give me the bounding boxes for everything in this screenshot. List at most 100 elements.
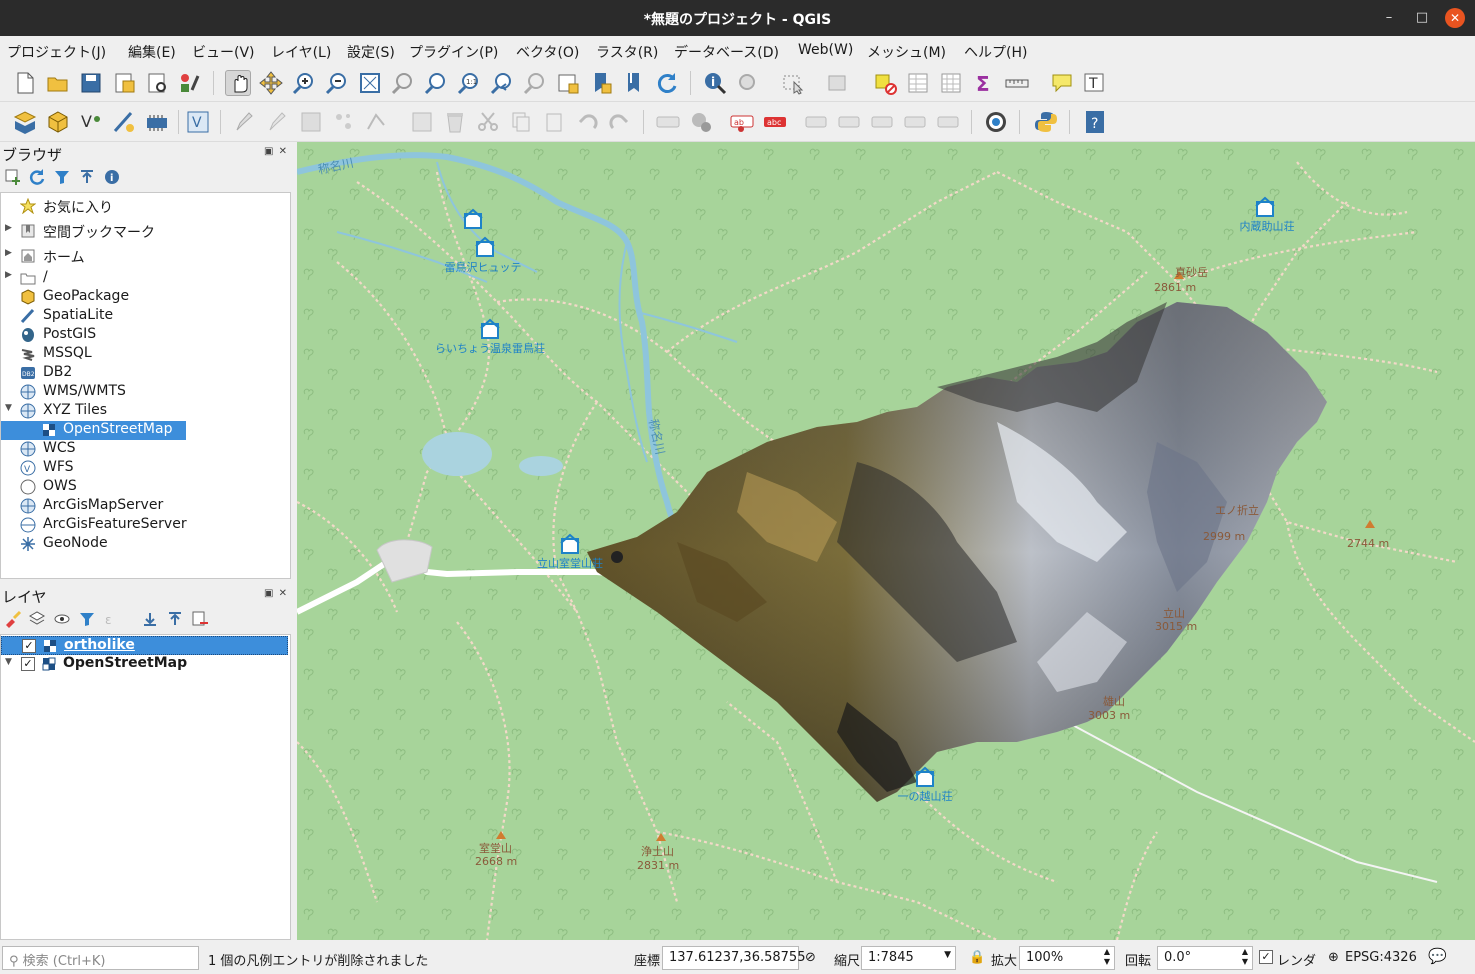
magnifier-spinbox[interactable]: 100% ▲ ▼ <box>1019 946 1115 970</box>
browser-item-spatial-bookmarks[interactable]: ▶ 空間ブックマーク <box>1 222 290 241</box>
filter-by-expression-icon[interactable]: ε <box>103 610 121 628</box>
expand-all-icon[interactable] <box>141 610 159 628</box>
menu-project[interactable]: プロジェクト(J) <box>7 42 106 62</box>
browser-item-openstreetmap[interactable]: OpenStreetMap <box>1 421 186 440</box>
undo-icon[interactable] <box>574 109 600 135</box>
locator-search-input[interactable]: ⚲ 検索 (Ctrl+K) <box>2 946 199 970</box>
zoom-to-layer-icon[interactable] <box>423 70 449 96</box>
new-project-icon[interactable] <box>12 70 38 96</box>
paste-features-icon[interactable] <box>541 109 567 135</box>
new-virtual-layer-icon[interactable]: V <box>185 109 211 135</box>
map-tips-icon[interactable] <box>1049 70 1075 96</box>
browser-item-root[interactable]: ▶ / <box>1 269 290 288</box>
layer-openstreetmap-checkbox[interactable]: ✓ <box>21 657 35 671</box>
save-edits-icon[interactable] <box>298 109 324 135</box>
browser-item-ows[interactable]: OWS <box>1 478 290 497</box>
add-geopackage-icon[interactable] <box>45 109 71 135</box>
layers-float-close-buttons[interactable]: ▣ ✕ <box>264 588 288 599</box>
pan-map-icon[interactable] <box>225 70 251 96</box>
vertex-tool-icon[interactable] <box>364 109 390 135</box>
coordinate-field[interactable]: 137.61237,36.58755 <box>662 946 805 970</box>
change-label-icon[interactable] <box>935 109 961 135</box>
delete-selected-icon[interactable] <box>442 109 468 135</box>
panel-float-close-buttons[interactable]: ▣ ✕ <box>264 146 288 157</box>
layout-manager-icon[interactable] <box>144 70 170 96</box>
browser-item-xyz-tiles[interactable]: ▼ XYZ Tiles <box>1 402 290 421</box>
browser-item-postgis[interactable]: PostGIS <box>1 326 290 345</box>
pan-to-selection-icon[interactable] <box>258 70 284 96</box>
remove-layer-icon[interactable] <box>191 610 209 628</box>
menu-raster[interactable]: ラスタ(R) <box>596 42 658 62</box>
menu-edit[interactable]: 編集(E) <box>128 42 176 62</box>
statistical-summary-icon[interactable]: Σ <box>971 70 997 96</box>
identify-features-icon[interactable]: i <box>702 70 728 96</box>
browser-item-mssql[interactable]: MSSQL <box>1 345 290 364</box>
crs-button[interactable]: EPSG:4326 <box>1345 950 1417 965</box>
render-checkbox[interactable]: ✓ <box>1259 950 1273 964</box>
new-spatialite-layer-icon[interactable] <box>111 109 137 135</box>
browser-item-wfs[interactable]: V WFS <box>1 459 290 478</box>
menu-layer[interactable]: レイヤ(L) <box>271 42 331 62</box>
properties-info-icon[interactable]: i <box>103 168 121 186</box>
browser-item-geonode[interactable]: GeoNode <box>1 535 290 554</box>
maximize-button[interactable]: □ <box>1412 8 1432 28</box>
label-toolbar-icon[interactable] <box>655 109 681 135</box>
menu-web[interactable]: Web(W) <box>798 42 853 58</box>
browser-item-wcs[interactable]: WCS <box>1 440 290 459</box>
refresh-icon[interactable] <box>654 70 680 96</box>
rotation-spinbox[interactable]: 0.0° ▲ ▼ <box>1157 946 1253 970</box>
help-icon[interactable]: ? <box>1082 109 1108 135</box>
toggle-editing-icon[interactable] <box>265 109 291 135</box>
menu-plugins[interactable]: プラグイン(P) <box>409 42 498 62</box>
redo-icon[interactable] <box>607 109 633 135</box>
add-group-icon[interactable] <box>28 610 46 628</box>
menu-settings[interactable]: 設定(S) <box>347 42 395 62</box>
measure-line-icon[interactable] <box>1004 70 1030 96</box>
layer-ortholike-checkbox[interactable]: ✓ <box>22 639 36 653</box>
show-bookmarks-icon[interactable] <box>621 70 647 96</box>
browser-item-wms[interactable]: WMS/WMTS <box>1 383 290 402</box>
manage-map-themes-icon[interactable] <box>53 610 71 628</box>
show-hide-labels-icon[interactable] <box>836 109 862 135</box>
menu-mesh[interactable]: メッシュ(M) <box>867 42 946 62</box>
new-temporary-layer-icon[interactable] <box>144 109 170 135</box>
field-calculator-icon[interactable] <box>938 70 964 96</box>
python-console-icon[interactable] <box>1033 109 1059 135</box>
add-point-icon[interactable] <box>331 109 357 135</box>
layer-openstreetmap[interactable]: ▼ ✓ OpenStreetMap <box>1 655 288 674</box>
close-button[interactable]: ✕ <box>1445 8 1465 28</box>
map-svg[interactable]: 称名川 称名川 雷鳥沢ヒュッテ らいちょう温泉雷鳥荘 立山室堂山荘 内蔵助山荘 … <box>297 142 1475 940</box>
lock-scale-icon[interactable]: 🔒 <box>969 950 985 965</box>
open-project-icon[interactable] <box>45 70 71 96</box>
browser-item-home[interactable]: ▶ ホーム <box>1 247 290 266</box>
style-manager-icon[interactable] <box>177 70 203 96</box>
label-properties-icon[interactable]: abc <box>762 109 788 135</box>
layer-labeling-icon[interactable]: ab <box>729 109 755 135</box>
move-label-icon[interactable] <box>869 109 895 135</box>
menu-view[interactable]: ビュー(V) <box>192 42 255 62</box>
filter-legend-icon[interactable] <box>78 610 96 628</box>
copy-features-icon[interactable] <box>508 109 534 135</box>
zoom-native-icon[interactable]: 1:1 <box>456 70 482 96</box>
zoom-out-icon[interactable] <box>324 70 350 96</box>
collapse-all-icon[interactable] <box>78 168 96 186</box>
layer-ortholike[interactable]: ✓ ortholike <box>1 636 288 655</box>
browser-item-db2[interactable]: DB2 DB2 <box>1 364 290 383</box>
map-canvas[interactable]: 称名川 称名川 雷鳥沢ヒュッテ らいちょう温泉雷鳥荘 立山室堂山荘 内蔵助山荘 … <box>297 142 1475 940</box>
zoom-in-icon[interactable] <box>291 70 317 96</box>
data-source-manager-icon[interactable] <box>12 109 38 135</box>
zoom-next-icon[interactable] <box>522 70 548 96</box>
browser-item-arcgis-feature[interactable]: ArcGisFeatureServer <box>1 516 290 535</box>
save-project-icon[interactable] <box>78 70 104 96</box>
modify-attributes-icon[interactable] <box>409 109 435 135</box>
select-features-icon[interactable] <box>780 70 806 96</box>
browser-item-arcgis-map[interactable]: ArcGisMapServer <box>1 497 290 516</box>
minimize-button[interactable]: – <box>1379 8 1399 28</box>
pin-labels-icon[interactable] <box>803 109 829 135</box>
filter-browser-icon[interactable] <box>53 168 71 186</box>
menu-database[interactable]: データベース(D) <box>674 42 779 62</box>
open-attribute-table-icon[interactable] <box>905 70 931 96</box>
new-print-layout-icon[interactable] <box>111 70 137 96</box>
collapse-all-layers-icon[interactable] <box>166 610 184 628</box>
actions-icon[interactable] <box>735 70 761 96</box>
